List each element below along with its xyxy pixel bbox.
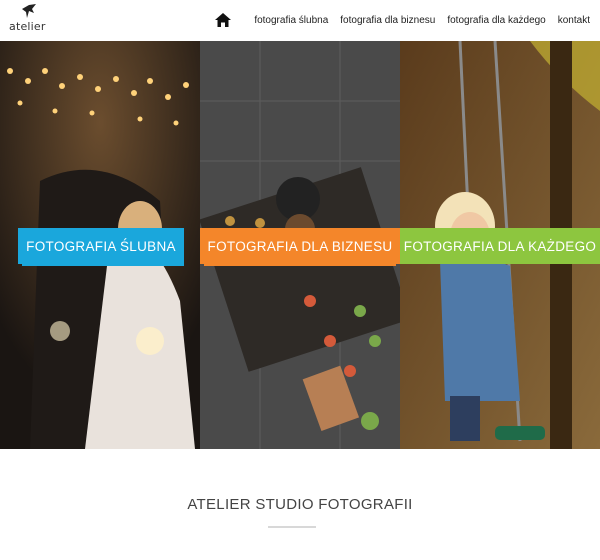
logo[interactable]: atelier xyxy=(9,3,45,37)
panel-underline-business xyxy=(204,263,396,266)
section-title: ATELIER STUDIO FOTOGRAFII xyxy=(187,496,413,513)
panel-label-business[interactable]: FOTOGRAFIA DLA BIZNESU xyxy=(200,228,400,264)
panel-business[interactable]: FOTOGRAFIA DLA BIZNESU xyxy=(200,41,400,449)
nav-item-contact[interactable]: kontakt xyxy=(558,15,590,26)
panel-underline-wedding xyxy=(22,263,184,266)
nav-item-wedding[interactable]: fotografia ślubna xyxy=(254,15,328,26)
nav-item-business[interactable]: fotografia dla biznesu xyxy=(340,15,435,26)
home-icon[interactable] xyxy=(214,11,232,29)
nav-item-everyone[interactable]: fotografia dla każdego xyxy=(447,15,545,26)
site-header: atelier fotografia ślubna fotografia dla… xyxy=(0,0,600,40)
logo-text: atelier xyxy=(9,20,46,33)
section-divider xyxy=(268,526,316,528)
panel-label-wedding[interactable]: FOTOGRAFIA ŚLUBNA xyxy=(18,228,184,264)
category-panels: FOTOGRAFIA ŚLUBNA FOTOGRAFIA DLA BIZNESU xyxy=(0,41,600,449)
panel-label-everyone[interactable]: FOTOGRAFIA DLA KAŻDEGO xyxy=(400,228,600,264)
panel-wedding[interactable]: FOTOGRAFIA ŚLUBNA xyxy=(0,41,200,449)
panel-everyone[interactable]: FOTOGRAFIA DLA KAŻDEGO xyxy=(400,41,600,449)
main-nav: fotografia ślubna fotografia dla biznesu… xyxy=(214,0,590,40)
bird-logo-icon xyxy=(22,4,36,18)
